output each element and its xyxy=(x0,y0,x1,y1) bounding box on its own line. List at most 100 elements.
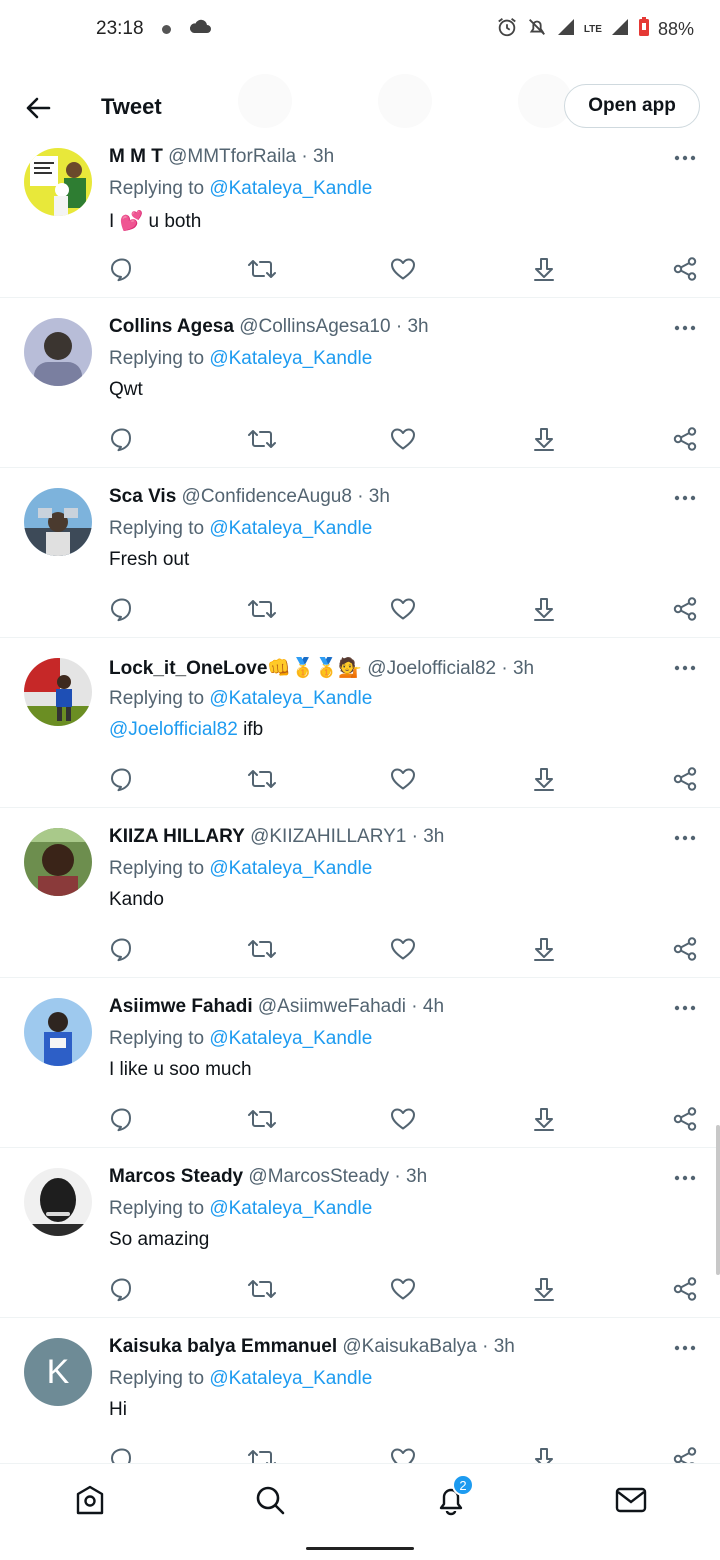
tweet-reply[interactable]: K Kaisuka balya Emmanuel @KaisukaBalya · … xyxy=(0,1318,720,1463)
avatar[interactable] xyxy=(24,658,92,726)
open-app-button[interactable]: Open app xyxy=(564,84,700,128)
retweet-button[interactable] xyxy=(247,424,277,454)
tweet-reply[interactable]: Sca Vis @ConfidenceAugu8 · 3h Replying to… xyxy=(0,468,720,638)
replying-to-mention[interactable]: @Kataleya_Kandle xyxy=(209,858,372,879)
tweet-reply[interactable]: Collins Agesa @CollinsAgesa10 · 3h Replyi… xyxy=(0,298,720,468)
retweet-button[interactable] xyxy=(247,934,277,964)
reply-button[interactable] xyxy=(107,1444,137,1463)
like-button[interactable] xyxy=(388,594,418,624)
like-button[interactable] xyxy=(388,254,418,284)
replying-to-mention[interactable]: @Kataleya_Kandle xyxy=(209,688,372,709)
more-options-button[interactable] xyxy=(670,828,700,848)
author-handle[interactable]: @MMTforRaila xyxy=(168,146,296,167)
like-button[interactable] xyxy=(388,764,418,794)
download-button[interactable] xyxy=(529,934,559,964)
author-handle[interactable]: @CollinsAgesa10 xyxy=(239,316,390,337)
avatar[interactable] xyxy=(24,1168,92,1236)
share-icon xyxy=(673,597,697,621)
reply-button[interactable] xyxy=(107,934,137,964)
replies-feed[interactable]: M M T @MMTforRaila · 3h Replying to @Kata… xyxy=(0,128,720,1463)
like-button[interactable] xyxy=(388,1104,418,1134)
reply-button[interactable] xyxy=(107,424,137,454)
reply-button[interactable] xyxy=(107,764,137,794)
tweet-reply[interactable]: Lock_it_OneLove👊🥇🥇💁 @Joelofficial82 · 3h… xyxy=(0,638,720,808)
download-button[interactable] xyxy=(529,1444,559,1463)
share-button[interactable] xyxy=(670,1444,700,1463)
replying-to-mention[interactable]: @Kataleya_Kandle xyxy=(209,348,372,369)
tweet-reply[interactable]: M M T @MMTforRaila · 3h Replying to @Kata… xyxy=(0,128,720,298)
tweet-reply[interactable]: KIIZA HILLARY @KIIZAHILLARY1 · 3h Replyin… xyxy=(0,808,720,978)
scrollbar[interactable] xyxy=(716,1125,720,1275)
retweet-button[interactable] xyxy=(247,594,277,624)
reply-button[interactable] xyxy=(107,1104,137,1134)
author-handle[interactable]: @KaisukaBalya xyxy=(342,1336,476,1357)
author-handle[interactable]: @ConfidenceAugu8 xyxy=(182,486,352,507)
tweet-reply[interactable]: Marcos Steady @MarcosSteady · 3h Replying… xyxy=(0,1148,720,1318)
share-button[interactable] xyxy=(670,934,700,964)
author-name[interactable]: Lock_it_OneLove👊🥇🥇💁 xyxy=(109,658,362,679)
replying-to-mention[interactable]: @Kataleya_Kandle xyxy=(209,1028,372,1049)
more-options-button[interactable] xyxy=(670,658,700,678)
nav-search[interactable] xyxy=(250,1480,290,1520)
replying-to-mention[interactable]: @Kataleya_Kandle xyxy=(209,1368,372,1389)
like-button[interactable] xyxy=(388,1444,418,1463)
avatar[interactable] xyxy=(24,488,92,556)
author-name[interactable]: Asiimwe Fahadi xyxy=(109,996,253,1017)
download-button[interactable] xyxy=(529,594,559,624)
share-button[interactable] xyxy=(670,594,700,624)
retweet-button[interactable] xyxy=(247,764,277,794)
tweet-reply[interactable]: Asiimwe Fahadi @AsiimweFahadi · 4h Replyi… xyxy=(0,978,720,1148)
avatar[interactable] xyxy=(24,148,92,216)
avatar[interactable] xyxy=(24,998,92,1066)
author-name[interactable]: Kaisuka balya Emmanuel xyxy=(109,1336,337,1357)
retweet-button[interactable] xyxy=(247,1104,277,1134)
share-button[interactable] xyxy=(670,1104,700,1134)
share-button[interactable] xyxy=(670,1274,700,1304)
replying-to-mention[interactable]: @Kataleya_Kandle xyxy=(209,518,372,539)
author-name[interactable]: M M T xyxy=(109,146,163,167)
more-options-button[interactable] xyxy=(670,318,700,338)
more-options-button[interactable] xyxy=(670,488,700,508)
author-name[interactable]: Sca Vis xyxy=(109,486,176,507)
reply-button[interactable] xyxy=(107,1274,137,1304)
replying-to-mention[interactable]: @Kataleya_Kandle xyxy=(209,1198,372,1219)
replying-to-mention[interactable]: @Kataleya_Kandle xyxy=(209,178,372,199)
author-handle[interactable]: @KIIZAHILLARY1 xyxy=(250,826,406,847)
download-button[interactable] xyxy=(529,424,559,454)
nav-messages[interactable] xyxy=(611,1480,651,1520)
retweet-button[interactable] xyxy=(247,1274,277,1304)
avatar[interactable]: K xyxy=(24,1338,92,1406)
author-name[interactable]: KIIZA HILLARY xyxy=(109,826,245,847)
reply-button[interactable] xyxy=(107,254,137,284)
like-button[interactable] xyxy=(388,1274,418,1304)
download-button[interactable] xyxy=(529,1104,559,1134)
more-options-button[interactable] xyxy=(670,998,700,1018)
avatar[interactable] xyxy=(24,828,92,896)
more-options-button[interactable] xyxy=(670,1338,700,1358)
back-button[interactable] xyxy=(20,90,56,126)
like-button[interactable] xyxy=(388,934,418,964)
share-button[interactable] xyxy=(670,424,700,454)
author-name[interactable]: Marcos Steady xyxy=(109,1166,243,1187)
more-options-button[interactable] xyxy=(670,1168,700,1188)
download-button[interactable] xyxy=(529,254,559,284)
share-button[interactable] xyxy=(670,764,700,794)
author-handle[interactable]: @AsiimweFahadi xyxy=(258,996,406,1017)
share-button[interactable] xyxy=(670,254,700,284)
like-icon xyxy=(391,258,415,280)
author-handle[interactable]: @Joelofficial82 xyxy=(367,658,496,679)
download-button[interactable] xyxy=(529,1274,559,1304)
nav-home[interactable] xyxy=(70,1480,110,1520)
author-name[interactable]: Collins Agesa xyxy=(109,316,234,337)
reply-button[interactable] xyxy=(107,594,137,624)
retweet-button[interactable] xyxy=(247,254,277,284)
more-icon xyxy=(674,1005,696,1011)
text-mention[interactable]: @Joelofficial82 xyxy=(109,719,238,740)
avatar[interactable] xyxy=(24,318,92,386)
retweet-button[interactable] xyxy=(247,1444,277,1463)
download-button[interactable] xyxy=(529,764,559,794)
gesture-handle[interactable] xyxy=(306,1547,414,1550)
author-handle[interactable]: @MarcosSteady xyxy=(248,1166,389,1187)
more-options-button[interactable] xyxy=(670,148,700,168)
like-button[interactable] xyxy=(388,424,418,454)
